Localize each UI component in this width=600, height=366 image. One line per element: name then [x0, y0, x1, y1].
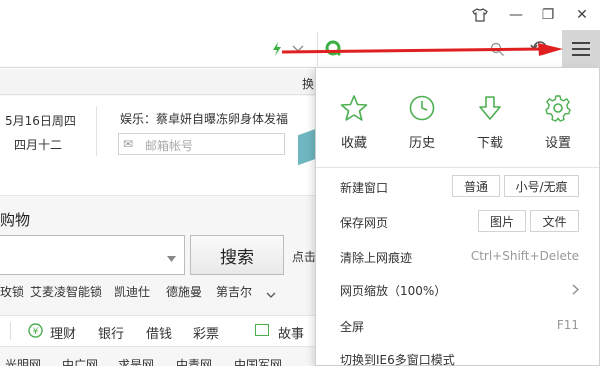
menu-row-save-page: 保存网页 图片 文件 [316, 205, 599, 240]
chevron-right-icon [572, 284, 579, 299]
search-button[interactable]: 搜索 [190, 235, 284, 275]
nav-item-bank[interactable]: 银行 [98, 323, 124, 342]
shopping-heading: 购物 [0, 211, 31, 229]
dropdown-arrow-icon[interactable] [167, 251, 176, 266]
shirt-icon[interactable] [470, 6, 490, 24]
menu-divider [316, 167, 599, 168]
clear-traces-shortcut: Ctrl+Shift+Delete [470, 249, 579, 263]
brand-link[interactable]: 凯迪仕 [114, 283, 150, 300]
download-icon [465, 92, 515, 124]
date-text: 5月16日周四 [5, 114, 76, 128]
save-image-button[interactable]: 图片 [478, 210, 526, 232]
brand-link[interactable]: 第吉尔 [216, 283, 252, 300]
downloads-button[interactable]: 下载 [465, 92, 515, 151]
brand-link[interactable]: 艾麦凌智能锁 [30, 283, 102, 300]
chevron-down-icon[interactable] [266, 288, 276, 303]
main-menu-dropdown: 收藏 历史 下载 设置 新建窗口 普通 小号/无痕 保存网页 图片 文件 清除上… [315, 67, 600, 366]
restore-button[interactable]: ❐ [538, 6, 558, 24]
menu-item-zoom[interactable]: 网页缩放（100%） [316, 273, 599, 308]
site-link[interactable]: 中广网 [62, 356, 98, 366]
save-page-label: 保存网页 [340, 216, 389, 230]
lunar-date-text: 四月十二 [14, 138, 63, 152]
menu-item-fullscreen[interactable]: 全屏 F11 [316, 309, 599, 344]
new-normal-window-button[interactable]: 普通 [452, 175, 500, 197]
swap-link[interactable]: 换 [302, 75, 314, 92]
weather-badge [298, 128, 316, 166]
clear-traces-label: 清除上网痕迹 [340, 251, 413, 265]
menu-row-new-window: 新建窗口 普通 小号/无痕 [316, 170, 599, 205]
close-button[interactable]: ✕ [572, 6, 592, 24]
ie6-mode-label: 切换到IE6多窗口模式 [340, 353, 455, 366]
clock-icon [397, 92, 447, 124]
gear-icon [533, 92, 583, 124]
email-input[interactable]: ✉ 邮箱帐号 [118, 133, 285, 155]
news-headline-link[interactable]: 娱乐：蔡卓妍自曝冻卵身体发福 [120, 110, 288, 127]
new-window-label: 新建窗口 [340, 181, 389, 195]
brand-links: 玫锁 艾麦凌智能锁 凯迪仕 德施曼 第吉尔 [0, 280, 315, 302]
star-icon [329, 92, 379, 124]
email-placeholder: 邮箱帐号 [145, 139, 194, 153]
nav-item-lottery[interactable]: 彩票 [193, 323, 219, 342]
search-hint: 点击 [292, 250, 317, 264]
zoom-label: 网页缩放（100%） [340, 284, 447, 298]
mail-icon: ✉ [123, 137, 134, 151]
story-icon [255, 324, 269, 336]
nav-item-loan[interactable]: 借钱 [146, 323, 172, 342]
settings-button[interactable]: 设置 [533, 92, 583, 151]
menu-item-clear-traces[interactable]: 清除上网痕迹 Ctrl+Shift+Delete [316, 240, 599, 275]
svg-text:¥: ¥ [33, 327, 39, 337]
site-link[interactable]: 光明网 [5, 356, 41, 366]
save-file-button[interactable]: 文件 [530, 210, 579, 232]
favorites-button[interactable]: 收藏 [329, 92, 379, 151]
nav-item-story[interactable]: 故事 [278, 323, 304, 342]
nav-item-finance[interactable]: 理财 [50, 323, 76, 342]
favorites-label: 收藏 [340, 136, 367, 151]
site-link[interactable]: 中青网 [176, 356, 212, 366]
site-link[interactable]: 中国军网 [234, 356, 282, 366]
new-private-window-button[interactable]: 小号/无痕 [504, 175, 579, 197]
menu-item-ie6-mode[interactable]: 切换到IE6多窗口模式 [316, 342, 599, 366]
fullscreen-shortcut: F11 [556, 318, 579, 332]
history-button[interactable]: 历史 [397, 92, 447, 151]
annotation-arrow [281, 43, 563, 56]
settings-label: 设置 [544, 136, 571, 151]
main-menu-button[interactable] [562, 30, 600, 68]
shopping-search-input[interactable] [0, 235, 185, 275]
site-link[interactable]: 求是网 [118, 356, 154, 366]
title-bar: — ❐ ✕ [0, 0, 600, 30]
brand-link[interactable]: 玫锁 [0, 283, 24, 300]
downloads-label: 下载 [476, 136, 503, 151]
fullscreen-label: 全屏 [340, 320, 365, 334]
history-label: 历史 [408, 136, 435, 151]
brand-link[interactable]: 德施曼 [166, 283, 202, 300]
minimize-button[interactable]: — [506, 6, 526, 24]
finance-icon: ¥ [28, 323, 43, 342]
